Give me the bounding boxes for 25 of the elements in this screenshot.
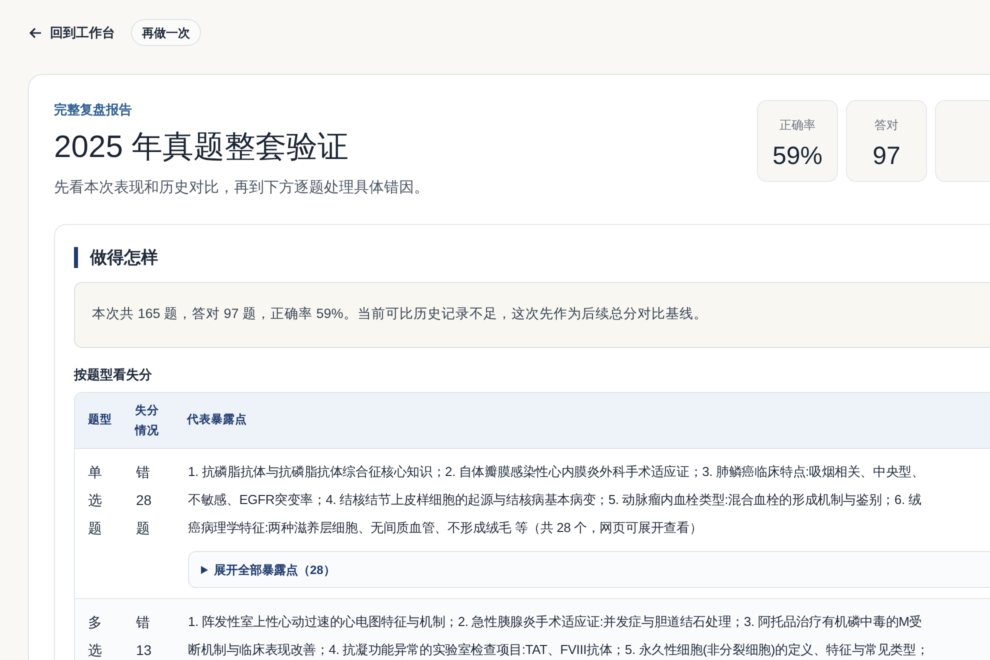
stat-label: 答对	[874, 117, 898, 134]
column-header: 失分情况	[135, 403, 160, 438]
triangle-icon	[201, 566, 208, 574]
table-cell-text: 错 13	[136, 613, 153, 660]
table-cell-text: 1. 阵发性室上性心动过速的心电图特征与机制；2. 急性胰腺炎手术适应证:并发症与胆道结石处理；3. 阿托品治疗有机磷中毒的M受 断机制与临床表现改善；4. 抗凝功能异常的实验室检查项目:TAT、FVIII抗体；5. 永久性细胞(非分裂细胞)的定义、特征与常见类型；	[188, 613, 929, 659]
back-link[interactable]: 回到工作台	[29, 22, 115, 42]
table-cell-text: 多选	[88, 613, 102, 660]
section-heading: 做得怎样	[90, 247, 158, 269]
stat-label: 正确率	[780, 117, 816, 134]
table-cell-text: 单选题	[88, 463, 102, 538]
stat-value: 97	[872, 141, 900, 172]
stat-value: 59%	[772, 141, 823, 172]
report-eyebrow: 完整复盘报告	[54, 101, 133, 119]
table-title: 按题型看失分	[74, 366, 153, 384]
back-arrow-icon	[29, 26, 42, 38]
summary-text: 本次共 165 题，答对 97 题，正确率 59%。当前可比历史记录不足，这次先作为后续总分对比基线。	[92, 305, 708, 324]
table-cell-text: 1. 抗磷脂抗体与抗磷脂抗体综合征核心知识；2. 自体瓣膜感染性心内膜炎外科手术适应证；3. 肺鳞癌临床特点:吸烟相关、中央型、 不敏感、EGFR突变率；4. 结核结节上皮样细胞的起源与结核病基本病变；5. 动脉瘤内血栓类型:混合血栓的形成机制与鉴别；6. 绒 癌病理学特征:两种滋养层细胞、无间质血管、不形成绒毛 等（共 28 个，网页可展开查看）	[188, 463, 926, 537]
expand-button[interactable]: 展开全部暴露点（28）	[188, 551, 990, 588]
column-header: 代表暴露点	[187, 412, 247, 428]
section-accent-bar	[74, 247, 78, 268]
redo-button[interactable]: 再做一次	[131, 19, 201, 46]
report-subtitle: 先看本次表现和历史对比，再到下方逐题处理具体错因。	[54, 178, 429, 198]
table-cell-text: 错 28 题	[136, 463, 153, 538]
report-title: 2025 年真题整套验证	[54, 128, 350, 166]
column-header: 题型	[87, 412, 113, 428]
